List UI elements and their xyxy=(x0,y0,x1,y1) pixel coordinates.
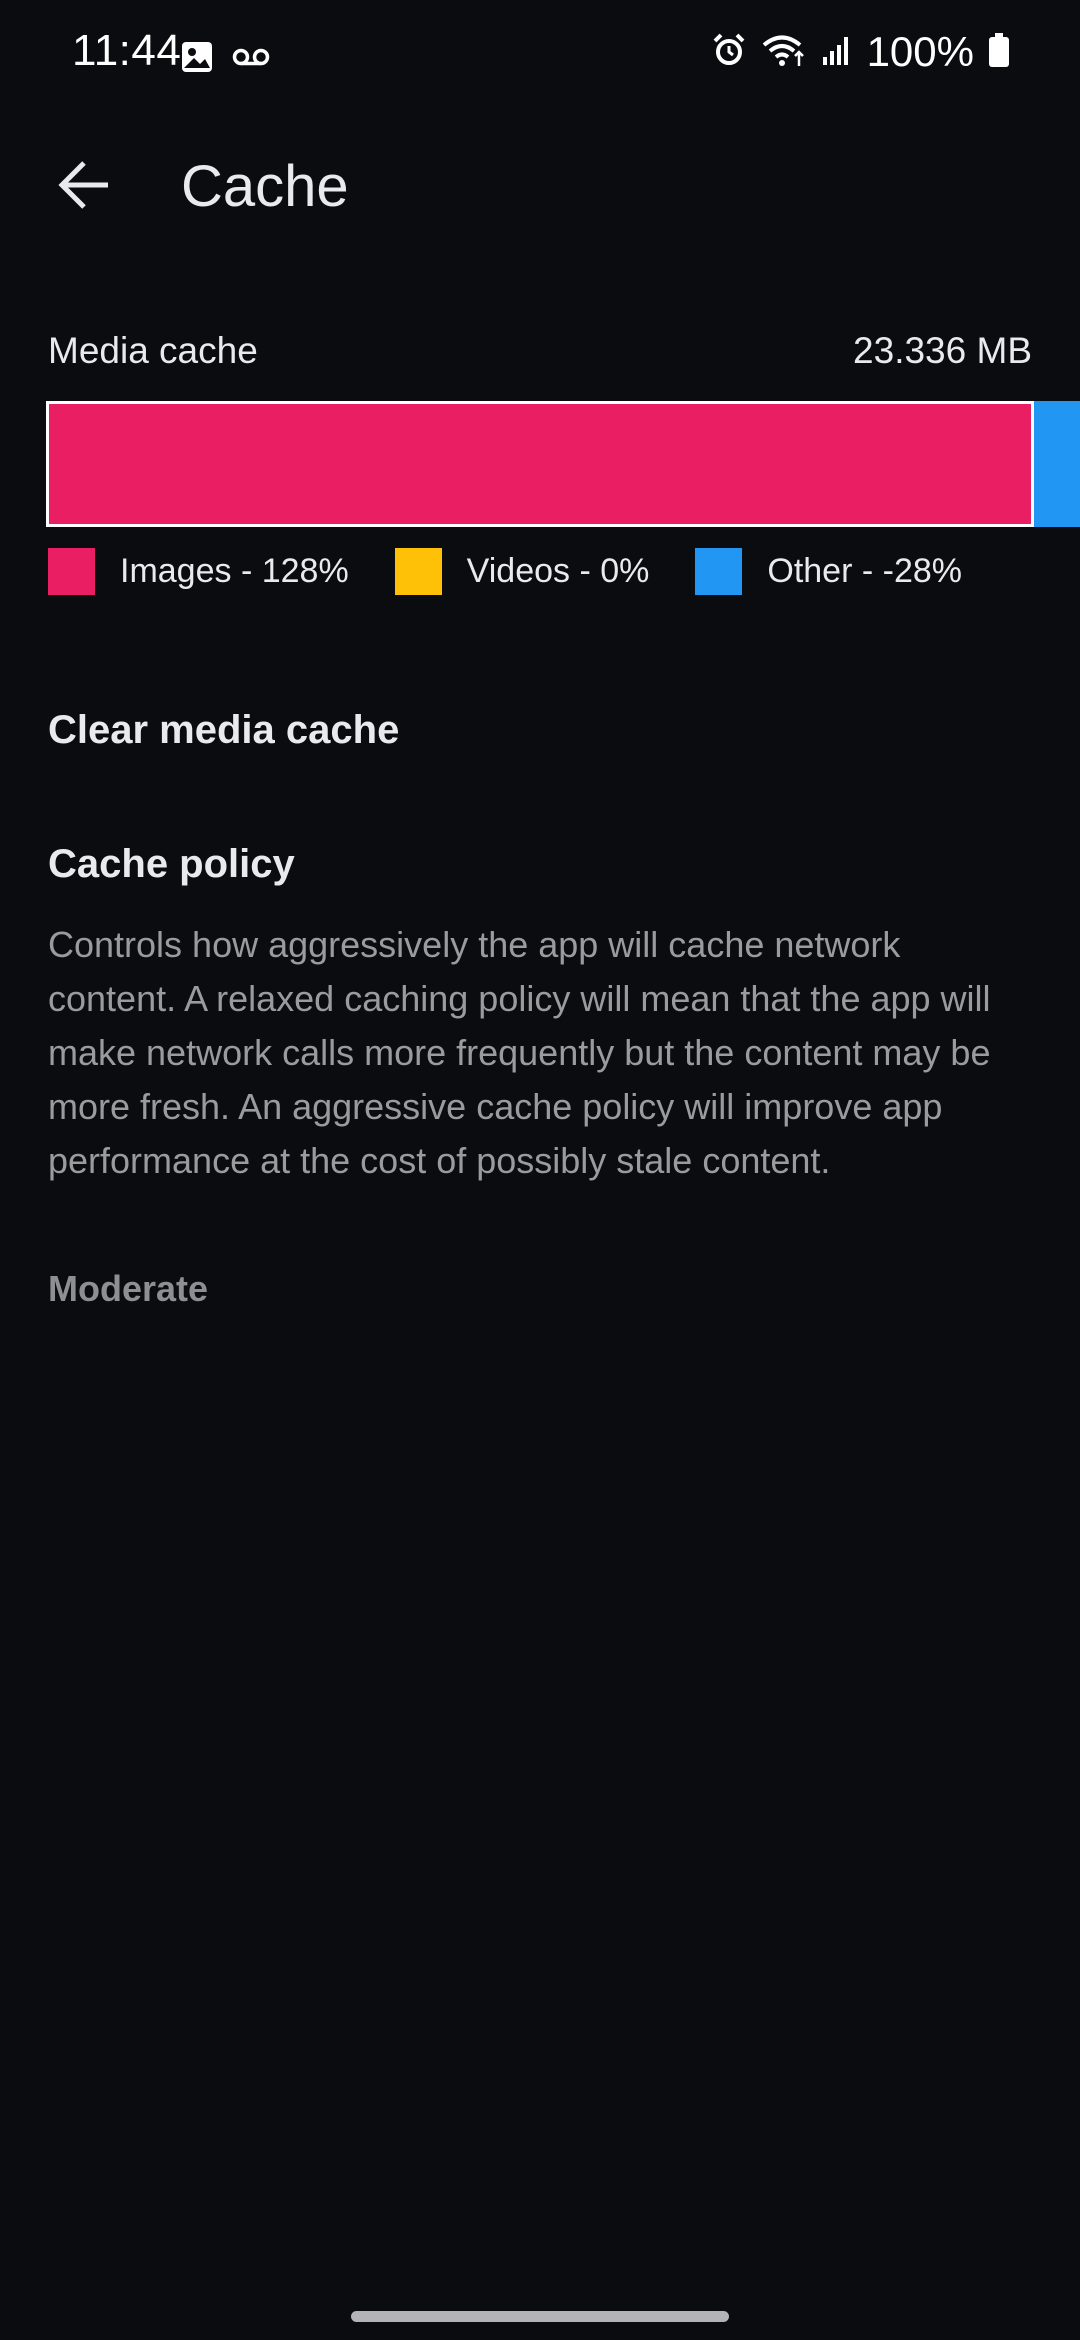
legend-swatch-videos xyxy=(394,548,442,595)
bar-segment-images xyxy=(46,401,1034,527)
legend-label-videos: Videos - 0% xyxy=(466,552,650,590)
media-cache-label: Media cache xyxy=(48,330,258,371)
cache-policy-description: Controls how aggressively the app will c… xyxy=(48,924,991,1181)
battery-icon xyxy=(988,32,1010,73)
media-cache-header: Media cache 23.336 MB xyxy=(48,330,1032,372)
clear-media-cache-label: Clear media cache xyxy=(48,708,400,752)
back-button[interactable] xyxy=(44,147,124,227)
legend-item-other: Other - -28% xyxy=(695,548,962,595)
wifi-icon xyxy=(761,32,807,73)
gallery-icon xyxy=(180,40,214,79)
status-time: 11:44 xyxy=(72,26,182,75)
status-bar: 11:44 100% xyxy=(0,0,1080,115)
media-cache-size: 23.336 MB xyxy=(853,330,1032,371)
status-left-icons xyxy=(180,40,270,79)
bar-segment-other xyxy=(1034,401,1080,527)
alarm-icon xyxy=(711,32,747,73)
legend-swatch-other xyxy=(695,548,743,595)
status-right-icons: 100% xyxy=(711,28,1010,76)
legend-label-images: Images - 128% xyxy=(120,552,349,590)
cache-policy-title: Cache policy xyxy=(48,842,295,886)
cache-policy-value: Moderate xyxy=(48,1268,209,1309)
media-cache-legend: Images - 128% Videos - 0% Other - -28% xyxy=(48,548,1008,595)
legend-swatch-images xyxy=(48,548,95,595)
arrow-back-icon xyxy=(56,157,112,218)
clear-media-cache-button[interactable]: Clear media cache xyxy=(0,680,1080,780)
media-cache-bar xyxy=(46,401,1080,527)
voicemail-icon xyxy=(232,47,270,72)
legend-item-videos: Videos - 0% xyxy=(394,548,650,595)
top-app-bar: Cache xyxy=(0,115,1080,260)
legend-label-other: Other - -28% xyxy=(767,552,962,590)
battery-percent: 100% xyxy=(866,28,974,75)
page-title: Cache xyxy=(181,154,349,219)
signal-icon xyxy=(821,33,853,72)
gesture-nav-handle[interactable] xyxy=(351,2311,729,2322)
legend-item-images: Images - 128% xyxy=(48,548,349,595)
cache-policy-preference[interactable]: Cache policy Controls how aggressively t… xyxy=(0,820,1080,1320)
